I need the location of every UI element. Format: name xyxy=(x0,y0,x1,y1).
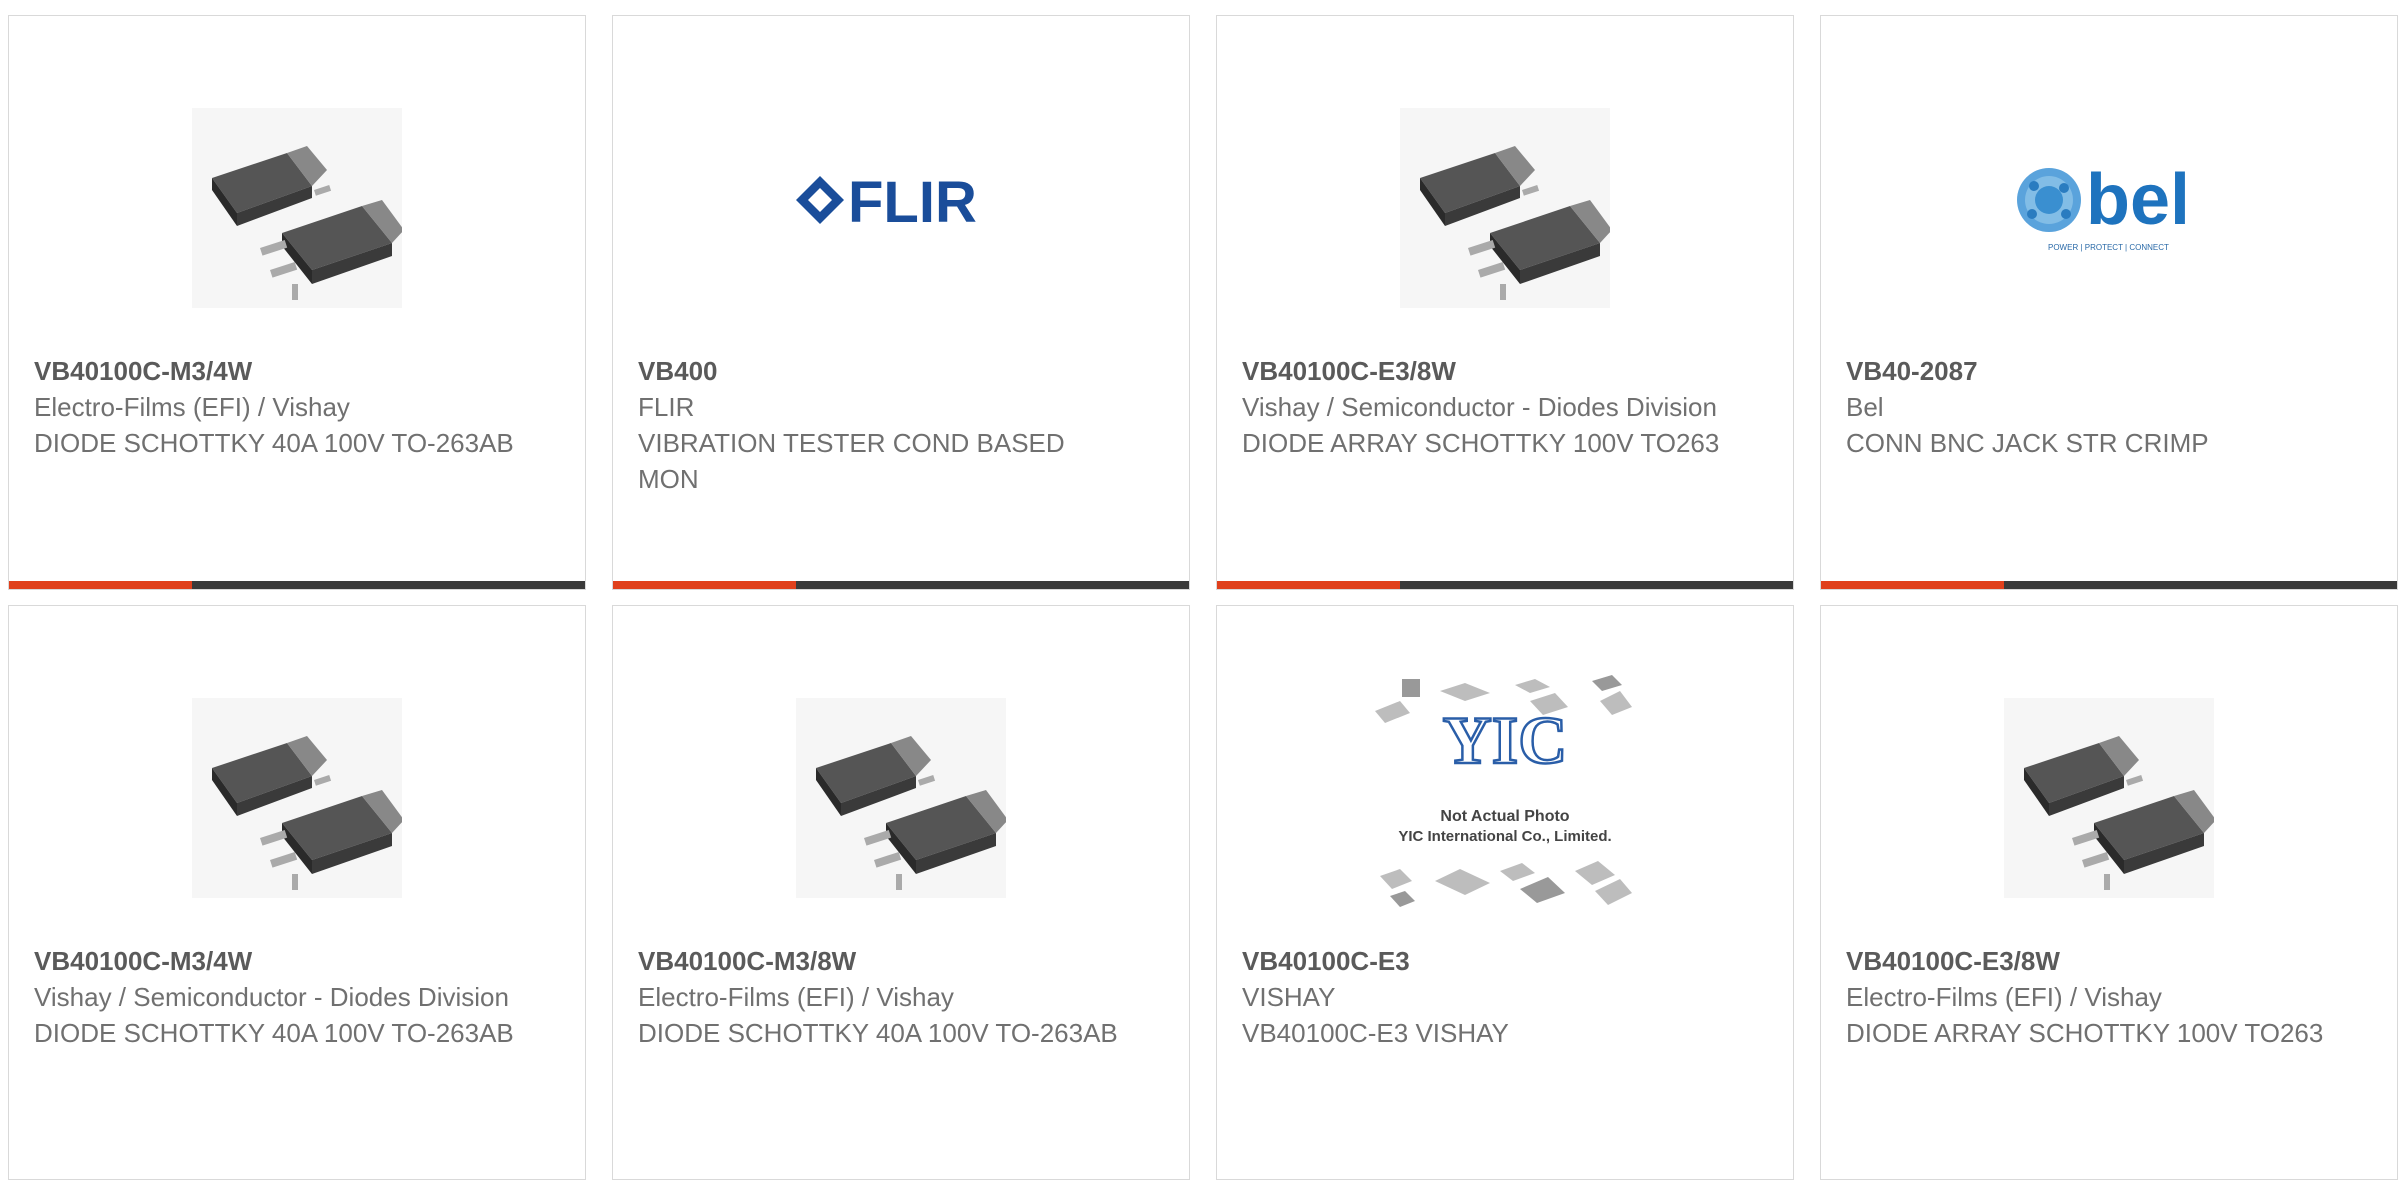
manufacturer: Vishay / Semiconductor - Diodes Division xyxy=(34,982,509,1012)
part-number[interactable]: VB400 xyxy=(638,353,1129,389)
product-card[interactable]: FLIR VB400 FLIR VIBRATION TESTER COND BA… xyxy=(612,15,1190,590)
description: CONN BNC JACK STR CRIMP xyxy=(1846,428,2209,458)
part-number[interactable]: VB40-2087 xyxy=(1846,353,2337,389)
package-icon xyxy=(2004,698,2214,898)
product-card[interactable]: VB40100C-M3/4W Vishay / Semiconductor - … xyxy=(8,605,586,1180)
product-info: VB40100C-E3 VISHAY VB40100C-E3 VISHAY xyxy=(1242,943,1733,1051)
description: DIODE SCHOTTKY 40A 100V TO-263AB xyxy=(638,1018,1118,1048)
card-accent xyxy=(613,581,796,589)
card-accent xyxy=(1821,581,2004,589)
package-icon xyxy=(1400,108,1610,308)
card-bottom-bar xyxy=(9,581,585,589)
flir-logo-text: FLIR xyxy=(848,170,977,235)
description: DIODE ARRAY SCHOTTKY 100V TO263 xyxy=(1242,428,1720,458)
part-number[interactable]: VB40100C-E3/8W xyxy=(1242,353,1733,389)
flir-logo: FLIR xyxy=(796,170,977,235)
product-card[interactable]: VB40100C-E3/8W Vishay / Semiconductor - … xyxy=(1216,15,1794,590)
photo-note-line1: Not Actual Photo xyxy=(1440,808,1569,825)
manufacturer: Electro-Films (EFI) / Vishay xyxy=(638,982,954,1012)
product-image[interactable] xyxy=(9,78,585,338)
product-image[interactable]: YIC Not Actual Photo YIC International C… xyxy=(1217,661,1793,921)
manufacturer: Vishay / Semiconductor - Diodes Division xyxy=(1242,392,1717,422)
card-bottom-bar xyxy=(613,581,1189,589)
product-image[interactable] xyxy=(1217,78,1793,338)
card-accent xyxy=(1217,581,1400,589)
part-number[interactable]: VB40100C-E3 xyxy=(1242,943,1733,979)
product-card[interactable]: VB40100C-M3/8W Electro-Films (EFI) / Vis… xyxy=(612,605,1190,1180)
product-image[interactable] xyxy=(613,668,1189,928)
product-grid: VB40100C-M3/4W Electro-Films (EFI) / Vis… xyxy=(8,15,2398,1180)
product-image[interactable] xyxy=(9,668,585,928)
card-bottom-bar xyxy=(1821,581,2397,589)
product-card[interactable]: bel POWER | PROTECT | CONNECT VB40-2087 … xyxy=(1820,15,2398,590)
card-accent xyxy=(9,581,192,589)
product-card[interactable]: YIC Not Actual Photo YIC International C… xyxy=(1216,605,1794,1180)
bel-logo: bel POWER | PROTECT | CONNECT xyxy=(2017,160,2190,252)
product-image[interactable]: bel POWER | PROTECT | CONNECT xyxy=(1821,78,2397,338)
product-info: VB40-2087 Bel CONN BNC JACK STR CRIMP xyxy=(1846,353,2337,461)
manufacturer: VISHAY xyxy=(1242,982,1336,1012)
product-image[interactable] xyxy=(1821,668,2397,928)
product-card[interactable]: VB40100C-E3/8W Electro-Films (EFI) / Vis… xyxy=(1820,605,2398,1180)
product-info: VB400 FLIR VIBRATION TESTER COND BASED M… xyxy=(638,353,1129,497)
card-bottom-bar xyxy=(1217,581,1793,589)
product-info: VB40100C-M3/8W Electro-Films (EFI) / Vis… xyxy=(638,943,1129,1051)
part-number[interactable]: VB40100C-E3/8W xyxy=(1846,943,2337,979)
product-info: VB40100C-E3/8W Electro-Films (EFI) / Vis… xyxy=(1846,943,2337,1051)
description: VB40100C-E3 VISHAY xyxy=(1242,1018,1509,1048)
bel-tagline: POWER | PROTECT | CONNECT xyxy=(2048,243,2169,252)
product-card[interactable]: VB40100C-M3/4W Electro-Films (EFI) / Vis… xyxy=(8,15,586,590)
description: VIBRATION TESTER COND BASED MON xyxy=(638,428,1065,494)
package-icon xyxy=(796,698,1006,898)
product-info: VB40100C-E3/8W Vishay / Semiconductor - … xyxy=(1242,353,1733,461)
photo-note-line2: YIC International Co., Limited. xyxy=(1398,828,1611,845)
manufacturer: Bel xyxy=(1846,392,1884,422)
manufacturer: FLIR xyxy=(638,392,695,422)
description: DIODE SCHOTTKY 40A 100V TO-263AB xyxy=(34,428,514,458)
description: DIODE ARRAY SCHOTTKY 100V TO263 xyxy=(1846,1018,2324,1048)
not-actual-photo-icon: YIC Not Actual Photo YIC International C… xyxy=(1375,675,1632,907)
product-info: VB40100C-M3/4W Electro-Films (EFI) / Vis… xyxy=(34,353,525,461)
product-image[interactable]: FLIR xyxy=(613,78,1189,338)
package-icon xyxy=(192,108,402,308)
package-icon xyxy=(192,698,402,898)
part-number[interactable]: VB40100C-M3/8W xyxy=(638,943,1129,979)
manufacturer: Electro-Films (EFI) / Vishay xyxy=(34,392,350,422)
manufacturer: Electro-Films (EFI) / Vishay xyxy=(1846,982,2162,1012)
bel-logo-text: bel xyxy=(2086,160,2190,240)
description: DIODE SCHOTTKY 40A 100V TO-263AB xyxy=(34,1018,514,1048)
product-info: VB40100C-M3/4W Vishay / Semiconductor - … xyxy=(34,943,525,1051)
yic-logo-text: YIC xyxy=(1443,702,1568,778)
part-number[interactable]: VB40100C-M3/4W xyxy=(34,943,525,979)
part-number[interactable]: VB40100C-M3/4W xyxy=(34,353,525,389)
